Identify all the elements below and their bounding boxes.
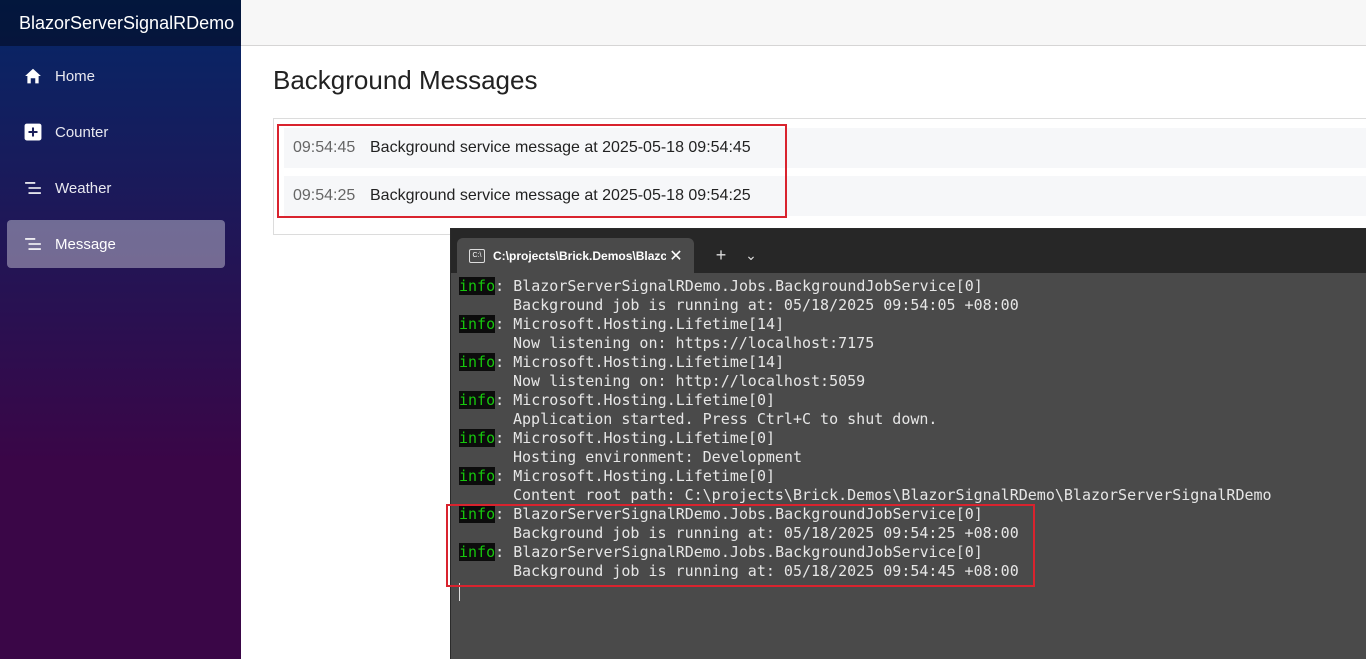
sidebar-item-label: Message — [55, 235, 116, 253]
brand-bar: BlazorServerSignalRDemo — [0, 0, 241, 46]
log-line: info: BlazorServerSignalRDemo.Jobs.Backg… — [459, 277, 983, 295]
log-source: BlazorServerSignalRDemo.Jobs.BackgroundJ… — [513, 277, 983, 295]
close-icon[interactable]: ✕ — [666, 246, 686, 266]
log-level: info — [459, 277, 496, 295]
plus-square-icon — [23, 122, 43, 142]
nav-menu: Home Counter Weather Message — [0, 46, 241, 268]
highlight-box-messages — [277, 124, 787, 218]
terminal-tab[interactable]: C:\ C:\projects\Brick.Demos\Blazc ✕ — [457, 238, 694, 273]
chevron-down-icon[interactable]: ⌄ — [736, 238, 766, 273]
log-message: Content root path: C:\projects\Brick.Dem… — [513, 486, 1272, 504]
log-line: info: Microsoft.Hosting.Lifetime[0] — [459, 429, 776, 447]
main-content: Background Messages 09:54:45 Background … — [273, 46, 1366, 235]
log-message: Now listening on: http://localhost:5059 — [513, 372, 866, 390]
sidebar-item-home[interactable]: Home — [7, 52, 225, 100]
log-message: Now listening on: https://localhost:7175 — [513, 334, 875, 352]
log-level: info — [459, 467, 496, 485]
log-line: info: Microsoft.Hosting.Lifetime[14] — [459, 315, 785, 333]
log-source: Microsoft.Hosting.Lifetime[14] — [513, 315, 785, 333]
app-brand[interactable]: BlazorServerSignalRDemo — [19, 13, 234, 34]
list-icon — [23, 178, 43, 198]
sidebar-item-counter[interactable]: Counter — [7, 108, 225, 156]
log-level: info — [459, 353, 496, 371]
log-level: info — [459, 315, 496, 333]
top-row — [241, 0, 1366, 46]
log-level: info — [459, 429, 496, 447]
list-icon — [23, 234, 43, 254]
log-source: Microsoft.Hosting.Lifetime[0] — [513, 467, 776, 485]
log-source: Microsoft.Hosting.Lifetime[0] — [513, 429, 776, 447]
console-icon: C:\ — [469, 248, 485, 263]
sidebar-item-message[interactable]: Message — [7, 220, 225, 268]
terminal-window: C:\ C:\projects\Brick.Demos\Blazc ✕ + ⌄ … — [450, 228, 1366, 659]
highlight-box-terminal — [446, 504, 1035, 587]
log-line: info: Microsoft.Hosting.Lifetime[0] — [459, 391, 776, 409]
log-line: info: Microsoft.Hosting.Lifetime[14] — [459, 353, 785, 371]
log-message: Background job is running at: 05/18/2025… — [513, 296, 1019, 314]
log-message: Application started. Press Ctrl+C to shu… — [513, 410, 938, 428]
new-tab-button[interactable]: + — [706, 238, 736, 273]
sidebar-item-label: Counter — [55, 123, 109, 141]
log-source: Microsoft.Hosting.Lifetime[0] — [513, 391, 776, 409]
terminal-tab-bar: C:\ C:\projects\Brick.Demos\Blazc ✕ + ⌄ — [451, 229, 1366, 273]
tab-title: C:\projects\Brick.Demos\Blazc — [493, 248, 666, 263]
page-title: Background Messages — [273, 65, 538, 95]
log-level: info — [459, 391, 496, 409]
sidebar-item-label: Home — [55, 67, 96, 85]
log-source: Microsoft.Hosting.Lifetime[14] — [513, 353, 785, 371]
log-line: info: Microsoft.Hosting.Lifetime[0] — [459, 467, 776, 485]
home-icon — [23, 66, 43, 86]
log-message: Hosting environment: Development — [513, 448, 802, 466]
sidebar: BlazorServerSignalRDemo Home Counter Wea… — [0, 0, 241, 659]
sidebar-item-weather[interactable]: Weather — [7, 164, 225, 212]
sidebar-item-label: Weather — [55, 179, 112, 197]
